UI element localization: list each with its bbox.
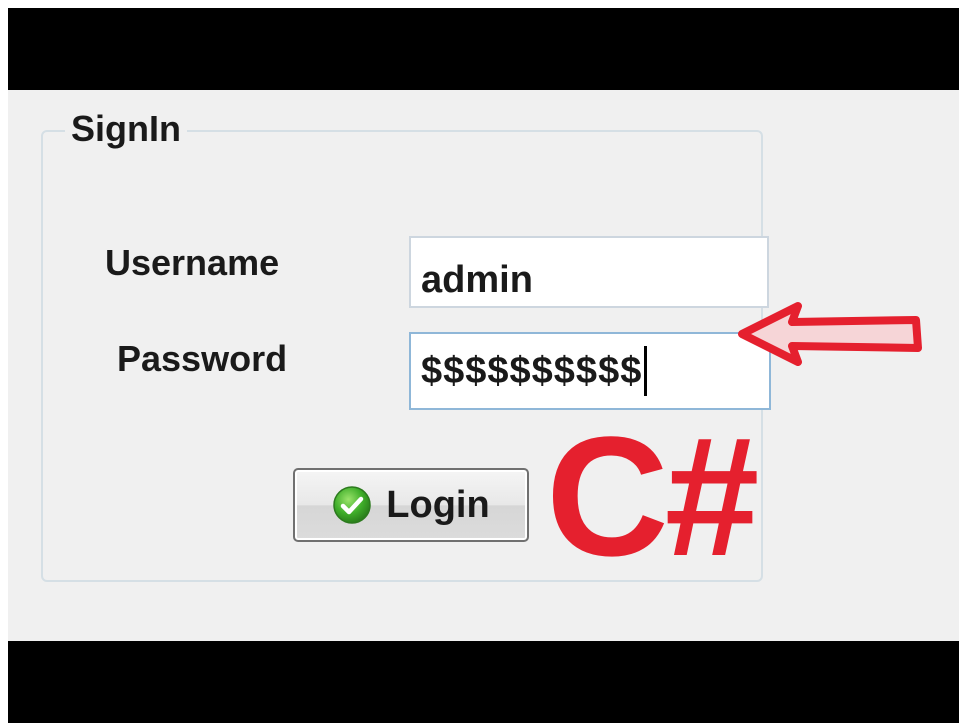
left-arrow-icon — [738, 302, 922, 366]
text-caret — [644, 346, 648, 396]
login-button[interactable]: Login — [293, 468, 529, 542]
password-value: $$$$$$$$$$ — [421, 349, 643, 392]
letterbox-bottom — [8, 641, 959, 723]
csharp-logo-text: C# — [546, 402, 759, 592]
groupbox-title: SignIn — [65, 106, 187, 152]
username-label: Username — [105, 242, 280, 283]
login-label: Login — [386, 483, 490, 526]
signin-form: SignIn Username admin Password $$$$$$$$$… — [8, 90, 959, 641]
letterbox-top — [8, 8, 959, 90]
password-label: Password — [117, 338, 288, 379]
password-field[interactable]: $$$$$$$$$$ — [409, 332, 771, 410]
check-icon — [333, 486, 372, 524]
username-field[interactable]: admin — [409, 236, 769, 308]
video-frame: SignIn Username admin Password $$$$$$$$$… — [0, 0, 959, 723]
username-value: admin — [421, 258, 533, 301]
